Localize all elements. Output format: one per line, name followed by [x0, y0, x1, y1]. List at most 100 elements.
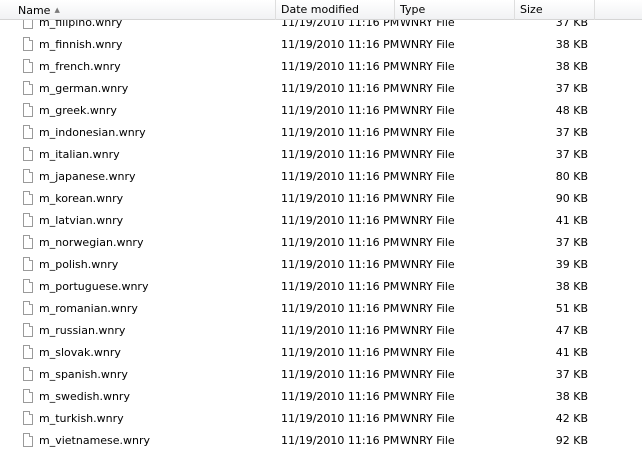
column-header-size[interactable]: Size: [515, 0, 595, 20]
file-size: 42 KB: [555, 412, 588, 425]
file-date-modified: 11/19/2010 11:16 PM: [281, 214, 400, 227]
file-icon: [23, 191, 33, 205]
file-size: 37 KB: [555, 82, 588, 95]
file-type: WNRY File: [400, 126, 455, 139]
file-row[interactable]: m_french.wnry 11/19/2010 11:16 PM WNRY Fil…: [0, 56, 642, 78]
file-size: 37 KB: [555, 368, 588, 381]
column-header-date-label: Date modified: [281, 3, 359, 16]
file-icon: [23, 81, 33, 95]
file-icon: [23, 37, 33, 51]
column-header-bar: Name ▲ Date modified Type Size: [0, 0, 642, 20]
file-type: WNRY File: [400, 214, 455, 227]
file-date-modified: 11/19/2010 11:16 PM: [281, 38, 400, 51]
file-type: WNRY File: [400, 170, 455, 183]
file-date-modified: 11/19/2010 11:16 PM: [281, 412, 400, 425]
file-icon: [23, 235, 33, 249]
file-icon: [23, 169, 33, 183]
file-type: WNRY File: [400, 302, 455, 315]
column-header-empty[interactable]: [595, 0, 642, 20]
file-date-modified: 11/19/2010 11:16 PM: [281, 324, 400, 337]
column-header-name[interactable]: Name ▲: [0, 0, 276, 20]
file-size: 80 KB: [555, 170, 588, 183]
file-size: 51 KB: [555, 302, 588, 315]
file-date-modified: 11/19/2010 11:16 PM: [281, 368, 400, 381]
file-date-modified: 11/19/2010 11:16 PM: [281, 236, 400, 249]
file-size: 38 KB: [555, 280, 588, 293]
file-size: 92 KB: [555, 434, 588, 447]
file-row[interactable]: m_italian.wnry 11/19/2010 11:16 PM WNRY Fi…: [0, 144, 642, 166]
file-icon: [23, 125, 33, 139]
file-row[interactable]: m_swedish.wnry 11/19/2010 11:16 PM WNRY Fi…: [0, 386, 642, 408]
file-row[interactable]: m_slovak.wnry 11/19/2010 11:16 PM WNRY Fil…: [0, 342, 642, 364]
file-type: WNRY File: [400, 324, 455, 337]
file-icon: [23, 103, 33, 117]
file-row[interactable]: m_spanish.wnry 11/19/2010 11:16 PM WNRY Fi…: [0, 364, 642, 386]
file-date-modified: 11/19/2010 11:16 PM: [281, 126, 400, 139]
file-name: m_romanian.wnry: [39, 302, 138, 315]
file-name: m_polish.wnry: [39, 258, 119, 271]
file-row[interactable]: m_vietnamese.wnry 11/19/2010 11:16 PM WNRY…: [0, 430, 642, 452]
file-type: WNRY File: [400, 104, 455, 117]
file-icon: [23, 389, 33, 403]
file-row[interactable]: m_russian.wnry 11/19/2010 11:16 PM WNRY Fi…: [0, 320, 642, 342]
file-row[interactable]: m_latvian.wnry 11/19/2010 11:16 PM WNRY Fi…: [0, 210, 642, 232]
file-date-modified: 11/19/2010 11:16 PM: [281, 302, 400, 315]
file-name: m_vietnamese.wnry: [39, 434, 151, 447]
column-header-date-modified[interactable]: Date modified: [276, 0, 395, 20]
file-icon: [23, 59, 33, 73]
file-icon: [23, 279, 33, 293]
file-row[interactable]: m_portuguese.wnry 11/19/2010 11:16 PM WNRY…: [0, 276, 642, 298]
file-name: m_spanish.wnry: [39, 368, 128, 381]
file-size: 37 KB: [555, 126, 588, 139]
file-icon: [23, 345, 33, 359]
file-name: m_italian.wnry: [39, 148, 120, 161]
sort-ascending-icon: ▲: [54, 6, 60, 14]
file-date-modified: 11/19/2010 11:16 PM: [281, 258, 400, 271]
file-icon: [23, 323, 33, 337]
file-date-modified: 11/19/2010 11:16 PM: [281, 280, 400, 293]
file-icon: [23, 411, 33, 425]
file-name: m_latvian.wnry: [39, 214, 124, 227]
file-name: m_russian.wnry: [39, 324, 126, 337]
file-type: WNRY File: [400, 192, 455, 205]
file-date-modified: 11/19/2010 11:16 PM: [281, 192, 400, 205]
file-size: 38 KB: [555, 60, 588, 73]
file-list: m_filipino.wnry 11/19/2010 11:16 PM WNRY F…: [0, 12, 642, 452]
file-date-modified: 11/19/2010 11:16 PM: [281, 60, 400, 73]
file-row[interactable]: m_greek.wnry 11/19/2010 11:16 PM WNRY File…: [0, 100, 642, 122]
file-icon: [23, 301, 33, 315]
file-row[interactable]: m_turkish.wnry 11/19/2010 11:16 PM WNRY Fi…: [0, 408, 642, 430]
file-icon: [23, 147, 33, 161]
file-name: m_finnish.wnry: [39, 38, 123, 51]
file-row[interactable]: m_japanese.wnry 11/19/2010 11:16 PM WNRY F…: [0, 166, 642, 188]
file-size: 41 KB: [555, 346, 588, 359]
file-row[interactable]: m_indonesian.wnry 11/19/2010 11:16 PM WNRY…: [0, 122, 642, 144]
file-row[interactable]: m_polish.wnry 11/19/2010 11:16 PM WNRY Fil…: [0, 254, 642, 276]
file-size: 48 KB: [555, 104, 588, 117]
file-row[interactable]: m_german.wnry 11/19/2010 11:16 PM WNRY Fil…: [0, 78, 642, 100]
file-type: WNRY File: [400, 38, 455, 51]
file-size: 47 KB: [555, 324, 588, 337]
file-size: 39 KB: [555, 258, 588, 271]
file-name: m_indonesian.wnry: [39, 126, 146, 139]
file-icon: [23, 367, 33, 381]
file-size: 90 KB: [555, 192, 588, 205]
file-type: WNRY File: [400, 346, 455, 359]
file-icon: [23, 213, 33, 227]
file-name: m_portuguese.wnry: [39, 280, 149, 293]
file-size: 38 KB: [555, 390, 588, 403]
file-icon: [23, 257, 33, 271]
file-size: 41 KB: [555, 214, 588, 227]
file-type: WNRY File: [400, 412, 455, 425]
file-type: WNRY File: [400, 280, 455, 293]
column-header-type[interactable]: Type: [395, 0, 515, 20]
file-row[interactable]: m_korean.wnry 11/19/2010 11:16 PM WNRY Fil…: [0, 188, 642, 210]
file-type: WNRY File: [400, 82, 455, 95]
file-row[interactable]: m_romanian.wnry 11/19/2010 11:16 PM WNRY F…: [0, 298, 642, 320]
file-row[interactable]: m_finnish.wnry 11/19/2010 11:16 PM WNRY Fi…: [0, 34, 642, 56]
file-name: m_slovak.wnry: [39, 346, 121, 359]
file-type: WNRY File: [400, 236, 455, 249]
file-row[interactable]: m_norwegian.wnry 11/19/2010 11:16 PM WNRY …: [0, 232, 642, 254]
file-name: m_japanese.wnry: [39, 170, 136, 183]
file-type: WNRY File: [400, 368, 455, 381]
